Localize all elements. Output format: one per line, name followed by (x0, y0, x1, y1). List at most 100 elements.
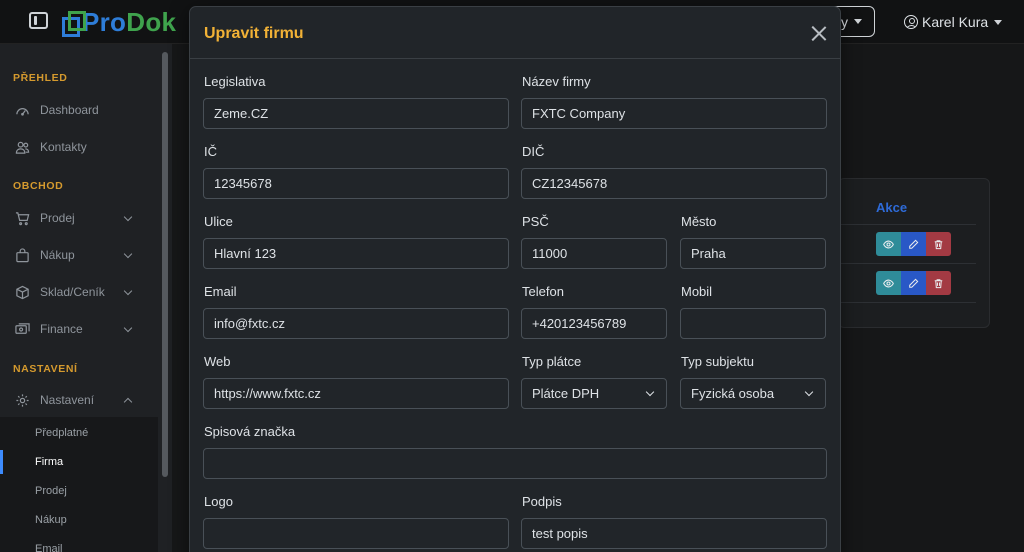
gear-icon (15, 393, 30, 408)
sidebar-item-purchase[interactable]: Nákup (0, 239, 158, 271)
sidebar-item-sales[interactable]: Prodej (0, 202, 158, 234)
sidebar-item-label: Dashboard (40, 103, 99, 117)
trash-icon (934, 239, 943, 249)
modal-title: Upravit firmu (204, 25, 304, 42)
sidebar-subitem-purchase[interactable]: Nákup (0, 506, 158, 534)
box-icon (15, 285, 30, 300)
city-input[interactable] (680, 238, 826, 269)
close-icon[interactable] (809, 23, 829, 43)
file-mark-label: Spisová značka (204, 424, 296, 439)
trash-icon (934, 278, 943, 288)
dic-label: DIČ (522, 144, 545, 159)
sidebar-section-settings: NASTAVENÍ (13, 363, 78, 375)
mobile-label: Mobil (681, 284, 713, 299)
file-mark-input[interactable] (203, 448, 827, 479)
company-name-label: Název firmy (522, 74, 591, 89)
delete-button[interactable] (926, 271, 951, 295)
user-menu-button[interactable]: Karel Kura (904, 12, 1003, 32)
sidebar-scrollbar[interactable] (162, 52, 168, 477)
pencil-icon (909, 239, 919, 249)
chevron-down-icon (123, 323, 133, 333)
legislation-input[interactable] (203, 98, 509, 129)
sidebar-subitem-sales[interactable]: Prodej (0, 477, 158, 505)
row-actions (876, 232, 951, 256)
sidebar-item-finance[interactable]: Finance (0, 313, 158, 345)
logo-input[interactable] (203, 518, 509, 549)
sidebar-subitem-subscription[interactable]: Předplatné (0, 419, 158, 447)
chevron-down-icon (804, 387, 814, 397)
sidebar-item-stock[interactable]: Sklad/Ceník (0, 276, 158, 308)
people-icon (15, 140, 30, 155)
sidebar-section-trade: OBCHOD (13, 180, 64, 192)
subject-type-value: Fyzická osoba (691, 386, 775, 401)
payer-type-select[interactable]: Plátce DPH (521, 378, 667, 409)
signature-label: Podpis (522, 494, 562, 509)
chevron-down-icon (123, 249, 133, 259)
pencil-icon (909, 278, 919, 288)
street-label: Ulice (204, 214, 233, 229)
table-divider (838, 263, 976, 264)
street-input[interactable] (203, 238, 509, 269)
chevron-down-icon (123, 286, 133, 296)
sidebar-toggle-icon[interactable] (29, 12, 48, 29)
sidebar-subitem-email[interactable]: Email (0, 535, 158, 552)
edit-button[interactable] (901, 271, 926, 295)
signature-input[interactable] (521, 518, 827, 549)
edit-button[interactable] (901, 232, 926, 256)
web-input[interactable] (203, 378, 509, 409)
sidebar-item-label: Prodej (40, 211, 75, 225)
delete-button[interactable] (926, 232, 951, 256)
company-name-input[interactable] (521, 98, 827, 129)
row-actions (876, 271, 951, 295)
caret-down-icon (854, 19, 862, 24)
email-input[interactable] (203, 308, 509, 339)
zip-input[interactable] (521, 238, 667, 269)
phone-input[interactable] (521, 308, 667, 339)
logo-mark-icon (62, 11, 86, 37)
cart-icon (15, 211, 30, 226)
speedometer-icon (15, 103, 30, 118)
zip-label: PSČ (522, 214, 549, 229)
view-button[interactable] (876, 271, 901, 295)
phone-label: Telefon (522, 284, 564, 299)
sidebar: PŘEHLED Dashboard Kontakty OBCHOD Prodej… (0, 44, 172, 552)
subject-type-select[interactable]: Fyzická osoba (680, 378, 826, 409)
payer-type-label: Typ plátce (522, 354, 582, 369)
mobile-input[interactable] (680, 308, 826, 339)
cash-icon (15, 322, 30, 337)
sidebar-item-contacts[interactable]: Kontakty (0, 131, 158, 163)
company-select-label: y (841, 13, 848, 30)
chevron-up-icon (123, 397, 133, 407)
user-name: Karel Kura (922, 14, 989, 30)
ic-input[interactable] (203, 168, 509, 199)
city-label: Město (681, 214, 717, 229)
subject-type-label: Typ subjektu (681, 354, 754, 369)
modal-header: Upravit firmu (190, 7, 840, 59)
sidebar-item-label: Sklad/Ceník (40, 285, 105, 299)
web-label: Web (204, 354, 231, 369)
table-divider (838, 224, 976, 225)
sidebar-item-label: Nastavení (40, 393, 95, 407)
sidebar-section-overview: PŘEHLED (13, 72, 68, 84)
chevron-down-icon (645, 387, 655, 397)
app-logo[interactable]: ProDok (62, 7, 176, 37)
view-button[interactable] (876, 232, 901, 256)
ic-label: IČ (204, 144, 217, 159)
sidebar-item-settings[interactable]: Nastavení (0, 384, 158, 416)
sidebar-subitem-company[interactable]: Firma (0, 448, 158, 476)
sidebar-item-dashboard[interactable]: Dashboard (0, 94, 158, 126)
caret-down-icon (994, 19, 1003, 25)
payer-type-value: Plátce DPH (532, 386, 600, 401)
sidebar-item-label: Finance (40, 322, 83, 336)
edit-company-modal: Upravit firmu Legislativa Název firmy IČ… (189, 6, 841, 552)
sidebar-item-label: Nákup (40, 248, 75, 262)
settings-submenu: Předplatné Firma Prodej Nákup Email (0, 417, 158, 552)
legislation-label: Legislativa (204, 74, 266, 89)
user-circle-icon (904, 15, 918, 29)
eye-icon (883, 240, 894, 248)
bag-icon (15, 247, 30, 263)
actions-column-header: Akce (876, 200, 908, 215)
logo-label: Logo (204, 494, 233, 509)
logo-text: ProDok (82, 6, 177, 37)
dic-input[interactable] (521, 168, 827, 199)
